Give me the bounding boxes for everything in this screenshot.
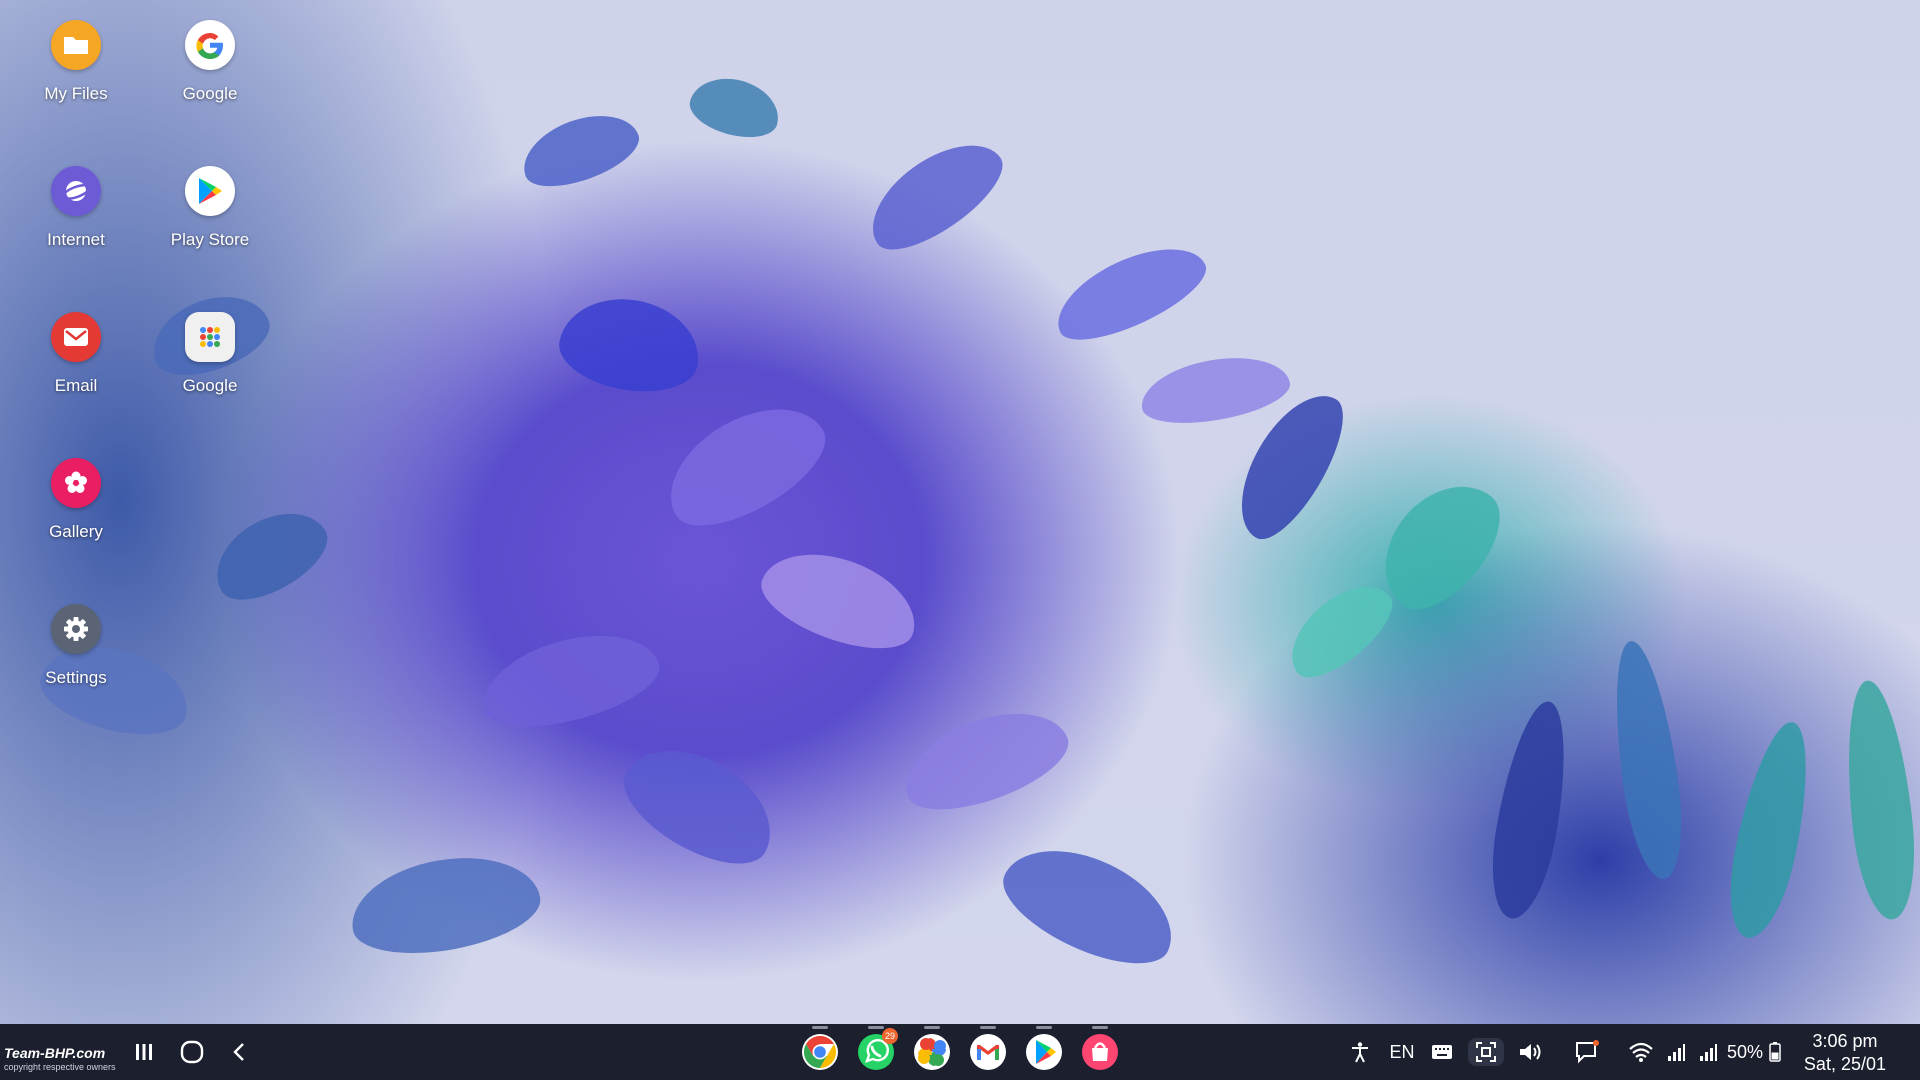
desktop-icon-gallery[interactable]: Gallery [16, 458, 136, 542]
home-icon [180, 1040, 204, 1064]
back-button[interactable] [224, 1036, 256, 1068]
wifi-status[interactable] [1626, 1038, 1656, 1066]
play-store-icon [185, 166, 235, 216]
volume-icon [1520, 1044, 1541, 1060]
gear-icon [51, 604, 101, 654]
whatsapp-badge: 29 [882, 1028, 898, 1044]
dock-app-whatsapp[interactable]: 29 [856, 1026, 898, 1072]
accessibility-button[interactable] [1346, 1038, 1374, 1066]
keyboard-icon [1432, 1045, 1452, 1059]
clock[interactable]: 3:06 pm Sat, 25/01 [1804, 1030, 1886, 1076]
dock-app-play-store[interactable] [1024, 1026, 1064, 1072]
dock-app-photos[interactable] [912, 1026, 952, 1072]
clock-time: 3:06 pm [1812, 1031, 1878, 1051]
watermark-text: Team-BHP.com [4, 1045, 106, 1061]
back-icon [233, 1043, 244, 1061]
chrome-icon [802, 1034, 838, 1070]
notifications-button[interactable] [1572, 1038, 1602, 1066]
desktop-icon-label: Play Store [170, 230, 250, 249]
watermark-subtext: copyright respective owners [4, 1062, 116, 1072]
accessibility-icon [1352, 1042, 1368, 1063]
recent-apps-icon [136, 1044, 152, 1060]
language-indicator[interactable]: EN [1386, 1038, 1418, 1066]
wallpaper [0, 0, 1920, 1024]
volume-button[interactable] [1516, 1038, 1544, 1066]
clock-date: Sat, 25/01 [1803, 1054, 1886, 1074]
gallery-flower-icon [51, 458, 101, 508]
desktop-icon-my-files[interactable]: My Files [16, 20, 136, 104]
desktop-icon-email[interactable]: Email [16, 312, 136, 396]
watermark: Team-BHP.com copyright respective owners [4, 1046, 116, 1074]
signal-bars-icon [1700, 1044, 1717, 1061]
google-photos-icon [914, 1034, 950, 1070]
signal-bars-icon [1668, 1044, 1685, 1061]
play-store-icon [1026, 1034, 1062, 1070]
galaxy-store-bag-icon [1082, 1034, 1118, 1070]
taskbar: 29 EN 50% 3:06 pm Sat, 25/01 [0, 1024, 1920, 1080]
email-envelope-icon [51, 312, 101, 362]
desktop-icon-label: Google [182, 84, 238, 103]
battery-percent: 50% [1726, 1041, 1764, 1062]
desktop-icon-label: Email [54, 376, 98, 395]
dock-app-chrome[interactable] [800, 1026, 840, 1072]
cellular-signal-1 [1664, 1038, 1688, 1066]
desktop-icon-label: Settings [45, 668, 107, 687]
screenshot-button[interactable] [1468, 1038, 1504, 1066]
recent-apps-button[interactable] [128, 1036, 160, 1068]
desktop-icon-label: Google [182, 376, 238, 395]
wifi-icon [1629, 1042, 1653, 1062]
desktop-icon-google[interactable]: Google [150, 20, 270, 104]
dock-app-gmail[interactable] [968, 1026, 1008, 1072]
keyboard-button[interactable] [1428, 1038, 1456, 1066]
dock-app-galaxy-store[interactable] [1080, 1026, 1120, 1072]
home-button[interactable] [176, 1036, 208, 1068]
desktop-icon-play-store[interactable]: Play Store [150, 166, 270, 250]
screenshot-capture-icon [1476, 1042, 1496, 1062]
google-g-icon [185, 20, 235, 70]
cellular-signal-2 [1696, 1038, 1720, 1066]
desktop-icon-label: Gallery [49, 522, 103, 541]
battery-status [1768, 1038, 1782, 1066]
desktop-icon-label: Internet [47, 230, 105, 249]
google-folder-icon [185, 312, 235, 362]
desktop-icon-settings[interactable]: Settings [16, 604, 136, 688]
desktop-icon-internet[interactable]: Internet [16, 166, 136, 250]
folder-icon [51, 20, 101, 70]
battery-icon [1769, 1042, 1781, 1062]
gmail-icon [970, 1034, 1006, 1070]
internet-planet-icon [51, 166, 101, 216]
desktop-icon-label: My Files [44, 84, 108, 103]
desktop-icon-google-folder[interactable]: Google [150, 312, 270, 396]
notification-message-icon [1576, 1040, 1599, 1064]
